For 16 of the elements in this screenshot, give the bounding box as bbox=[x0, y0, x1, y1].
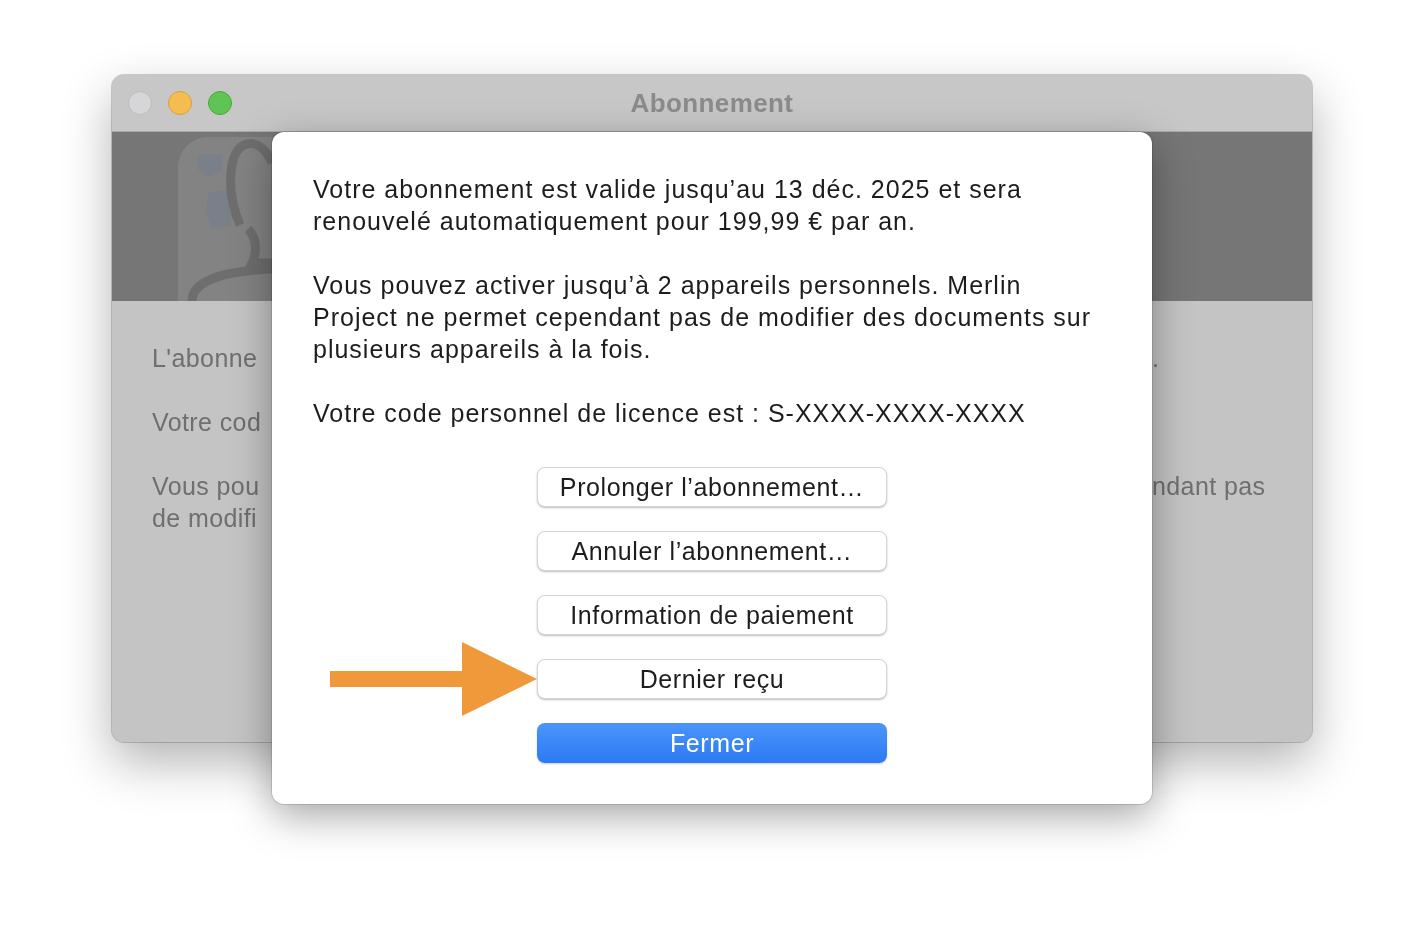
dialog-button[interactable]: Information de paiement bbox=[537, 595, 887, 635]
dialog-button[interactable]: Dernier reçu bbox=[537, 659, 887, 699]
background-text: . bbox=[1152, 343, 1160, 374]
background-text: ndant pas bbox=[1152, 471, 1266, 502]
dialog-text: Votre code personnel de licence est : S-XXXX-XXXX-XXXX bbox=[313, 398, 1027, 429]
zoom-button[interactable] bbox=[208, 91, 232, 115]
dialog-button[interactable]: Prolonger l’abonnement… bbox=[537, 467, 887, 507]
background-text: Vous pou de modifi bbox=[152, 471, 260, 534]
dialog-button[interactable]: Annuler l’abonnement… bbox=[537, 531, 887, 571]
background-text: Votre cod bbox=[152, 407, 262, 438]
window-title: Abonnement bbox=[630, 87, 794, 119]
close-dialog-button[interactable]: Fermer bbox=[537, 723, 887, 763]
minimize-button[interactable] bbox=[168, 91, 192, 115]
background-text: L'abonne bbox=[152, 343, 258, 374]
dialog-text: Vous pouvez activer jusqu’à 2 appareils personnels. Merlin Project ne permet cependant pas de modifier des documents sur plusieurs appareils à la fois. bbox=[313, 270, 1093, 365]
dialog-text: Votre abonnement est valide jusqu’au 13 déc. 2025 et sera renouvelé automatiquement pour 199,99 € par an. bbox=[313, 174, 1023, 237]
